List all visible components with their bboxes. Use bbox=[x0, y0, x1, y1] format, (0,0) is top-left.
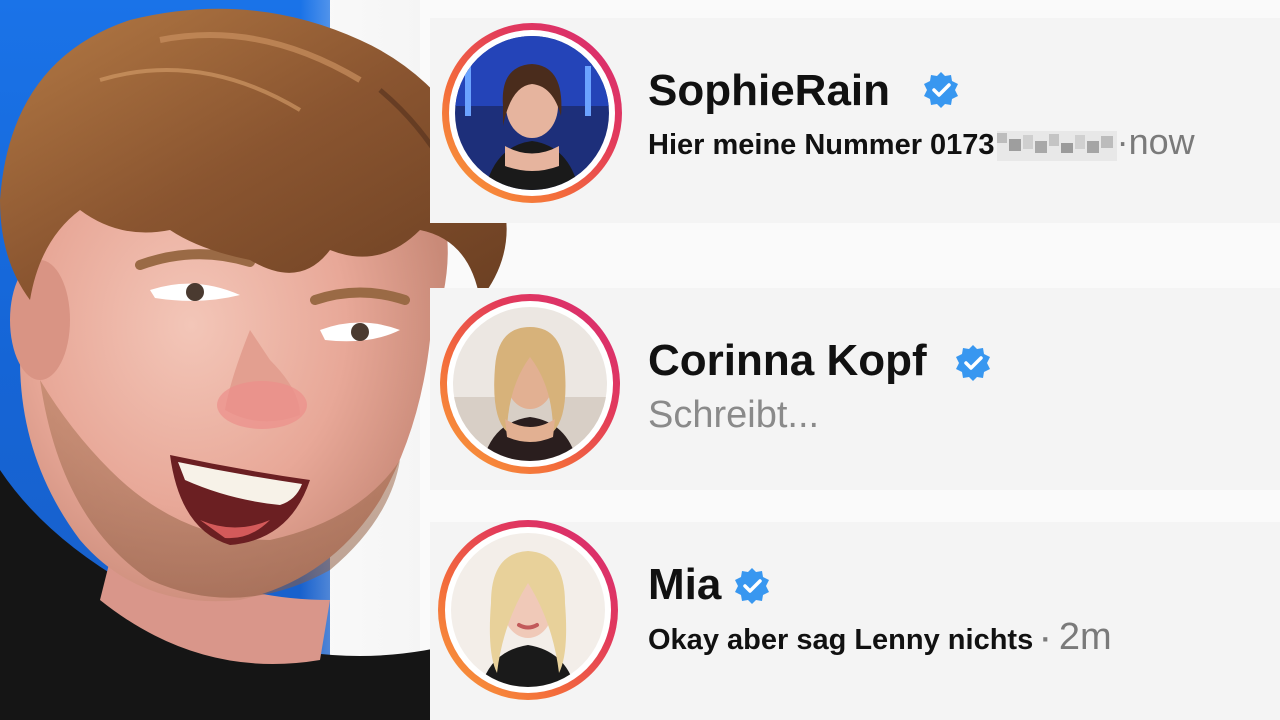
chat-list: SophieRain Hier meine Nummer 0173 ·now C… bbox=[0, 0, 1280, 720]
avatar bbox=[453, 307, 607, 461]
verified-badge-icon bbox=[735, 568, 769, 604]
timestamp: ·now bbox=[1116, 121, 1195, 162]
story-ring[interactable] bbox=[440, 294, 620, 474]
avatar-border bbox=[447, 301, 613, 467]
redacted-number bbox=[996, 131, 1117, 162]
story-ring[interactable] bbox=[442, 23, 622, 203]
typing-status: Schreibt... bbox=[648, 394, 820, 436]
verified-badge-icon bbox=[956, 345, 990, 381]
avatar bbox=[455, 36, 609, 190]
message-text: Hier meine Nummer 0173 bbox=[648, 129, 995, 161]
avatar-border bbox=[449, 30, 615, 196]
avatar bbox=[451, 533, 605, 687]
verified-badge-icon bbox=[924, 72, 958, 108]
contact-name: SophieRain bbox=[648, 66, 891, 115]
thumbnail-stage: SophieRain Hier meine Nummer 0173 ·now C… bbox=[0, 0, 1280, 720]
timestamp: 2m bbox=[1058, 616, 1112, 658]
last-message: Okay aber sag Lenny nichts · 2m bbox=[648, 616, 1112, 659]
last-message: Hier meine Nummer 0173 ·now bbox=[648, 121, 1195, 163]
avatar-border bbox=[445, 527, 611, 693]
contact-name: Corinna Kopf bbox=[648, 336, 927, 385]
contact-name: Mia bbox=[648, 560, 722, 609]
separator-dot: · bbox=[1041, 624, 1051, 656]
message-text: Okay aber sag Lenny nichts bbox=[648, 624, 1034, 656]
story-ring[interactable] bbox=[438, 520, 618, 700]
